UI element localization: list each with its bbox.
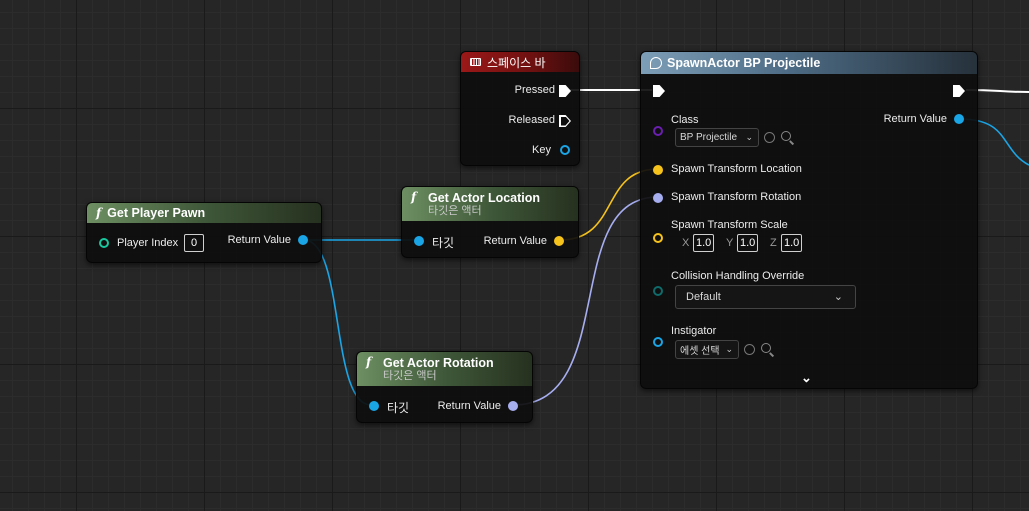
location-label: Spawn Transform Location bbox=[671, 163, 802, 175]
location-target-pin[interactable] bbox=[414, 236, 424, 246]
scale-pin[interactable] bbox=[653, 233, 663, 243]
scale-label: Spawn Transform Scale bbox=[671, 219, 788, 231]
rotation-return-pin[interactable] bbox=[508, 401, 518, 411]
spawn-actor-node[interactable]: SpawnActor BP Projectile Class BP Projec… bbox=[640, 51, 978, 389]
player-pawn-return-pin[interactable] bbox=[298, 235, 308, 245]
spawn-return-pin[interactable] bbox=[954, 114, 964, 124]
browse-icon[interactable] bbox=[781, 131, 794, 144]
key-event-title: 스페이스 바 bbox=[487, 55, 546, 70]
player-index-input[interactable]: 0 bbox=[184, 234, 204, 252]
location-return-label: Return Value bbox=[483, 235, 547, 247]
rotation-target-pin[interactable] bbox=[369, 401, 379, 411]
scale-x-input[interactable]: 1.0 bbox=[693, 234, 715, 252]
spawn-actor-icon bbox=[650, 57, 662, 69]
scale-z-input[interactable]: 1.0 bbox=[781, 234, 803, 252]
location-pin[interactable] bbox=[653, 165, 663, 175]
get-actor-rotation-subtitle: 타깃은 액터 bbox=[383, 369, 437, 382]
released-exec-pin[interactable] bbox=[559, 115, 571, 127]
player-index-label: Player Index bbox=[117, 237, 179, 249]
rotation-target-label: 타깃 bbox=[387, 401, 410, 415]
player-pawn-return-label: Return Value bbox=[227, 234, 291, 246]
get-player-pawn-title: Get Player Pawn bbox=[107, 206, 206, 220]
get-player-pawn-node[interactable]: f Get Player Pawn Player Index 0 Return … bbox=[86, 202, 322, 263]
pressed-label: Pressed bbox=[514, 84, 555, 96]
pressed-exec-pin[interactable] bbox=[559, 85, 571, 97]
scale-x-label: X bbox=[682, 237, 690, 249]
collision-value: Default bbox=[686, 291, 721, 303]
instigator-label: Instigator bbox=[671, 325, 717, 337]
instigator-value: 에셋 선택 bbox=[680, 346, 720, 357]
class-dropdown[interactable]: BP Projectile ⌄ bbox=[675, 128, 759, 147]
scale-y-input[interactable]: 1.0 bbox=[737, 234, 759, 252]
function-icon: f bbox=[96, 206, 102, 220]
spawn-actor-title: SpawnActor BP Projectile bbox=[667, 56, 821, 70]
keyboard-icon bbox=[470, 58, 481, 66]
scale-y-label: Y bbox=[726, 237, 734, 249]
rotation-label: Spawn Transform Rotation bbox=[671, 191, 802, 203]
function-icon: f bbox=[366, 355, 372, 369]
key-event-node[interactable]: 스페이스 바 Pressed Released Key bbox=[460, 51, 580, 166]
get-actor-rotation-title: Get Actor Rotation bbox=[383, 355, 494, 370]
collision-dropdown[interactable]: Default ⌄ bbox=[675, 285, 856, 309]
key-event-header[interactable]: 스페이스 바 bbox=[461, 52, 579, 72]
browse-icon[interactable] bbox=[761, 343, 774, 356]
player-index-pin[interactable] bbox=[99, 238, 109, 248]
spawn-exec-out-pin[interactable] bbox=[953, 85, 965, 97]
get-player-pawn-header[interactable]: f Get Player Pawn bbox=[87, 203, 321, 223]
chevron-down-icon: ⌄ bbox=[725, 344, 733, 354]
use-selected-icon[interactable] bbox=[744, 344, 755, 355]
spawn-exec-in-pin[interactable] bbox=[653, 85, 665, 97]
rotation-return-label: Return Value bbox=[437, 400, 501, 412]
spawn-actor-header[interactable]: SpawnActor BP Projectile bbox=[641, 52, 977, 74]
key-label: Key bbox=[532, 144, 551, 156]
class-value: BP Projectile bbox=[680, 132, 738, 143]
function-icon: f bbox=[411, 190, 417, 204]
class-label: Class bbox=[671, 114, 699, 126]
scale-z-label: Z bbox=[770, 237, 777, 249]
chevron-down-icon: ⌄ bbox=[745, 132, 753, 142]
instigator-pin[interactable] bbox=[653, 337, 663, 347]
instigator-dropdown[interactable]: 에셋 선택 ⌄ bbox=[675, 340, 739, 359]
get-actor-location-title: Get Actor Location bbox=[428, 190, 541, 205]
location-return-pin[interactable] bbox=[554, 236, 564, 246]
class-pin[interactable] bbox=[653, 126, 663, 136]
released-label: Released bbox=[508, 114, 555, 126]
expand-advanced-chevron-down-icon[interactable]: ⌄ bbox=[801, 370, 812, 386]
key-pin[interactable] bbox=[560, 145, 570, 155]
get-actor-rotation-header[interactable]: f Get Actor Rotation 타깃은 액터 bbox=[357, 352, 532, 386]
get-actor-rotation-node[interactable]: f Get Actor Rotation 타깃은 액터 타깃 Return Va… bbox=[356, 351, 533, 423]
collision-pin[interactable] bbox=[653, 286, 663, 296]
use-selected-icon[interactable] bbox=[764, 132, 775, 143]
get-actor-location-node[interactable]: f Get Actor Location 타깃은 액터 타깃 Return Va… bbox=[401, 186, 579, 258]
collision-label: Collision Handling Override bbox=[671, 270, 805, 282]
chevron-down-icon: ⌄ bbox=[833, 291, 843, 303]
rotation-pin[interactable] bbox=[653, 193, 663, 203]
location-target-label: 타깃 bbox=[432, 236, 455, 250]
spawn-return-label: Return Value bbox=[883, 113, 947, 125]
get-actor-location-header[interactable]: f Get Actor Location 타깃은 액터 bbox=[402, 187, 578, 221]
get-actor-location-subtitle: 타깃은 액터 bbox=[428, 204, 482, 217]
